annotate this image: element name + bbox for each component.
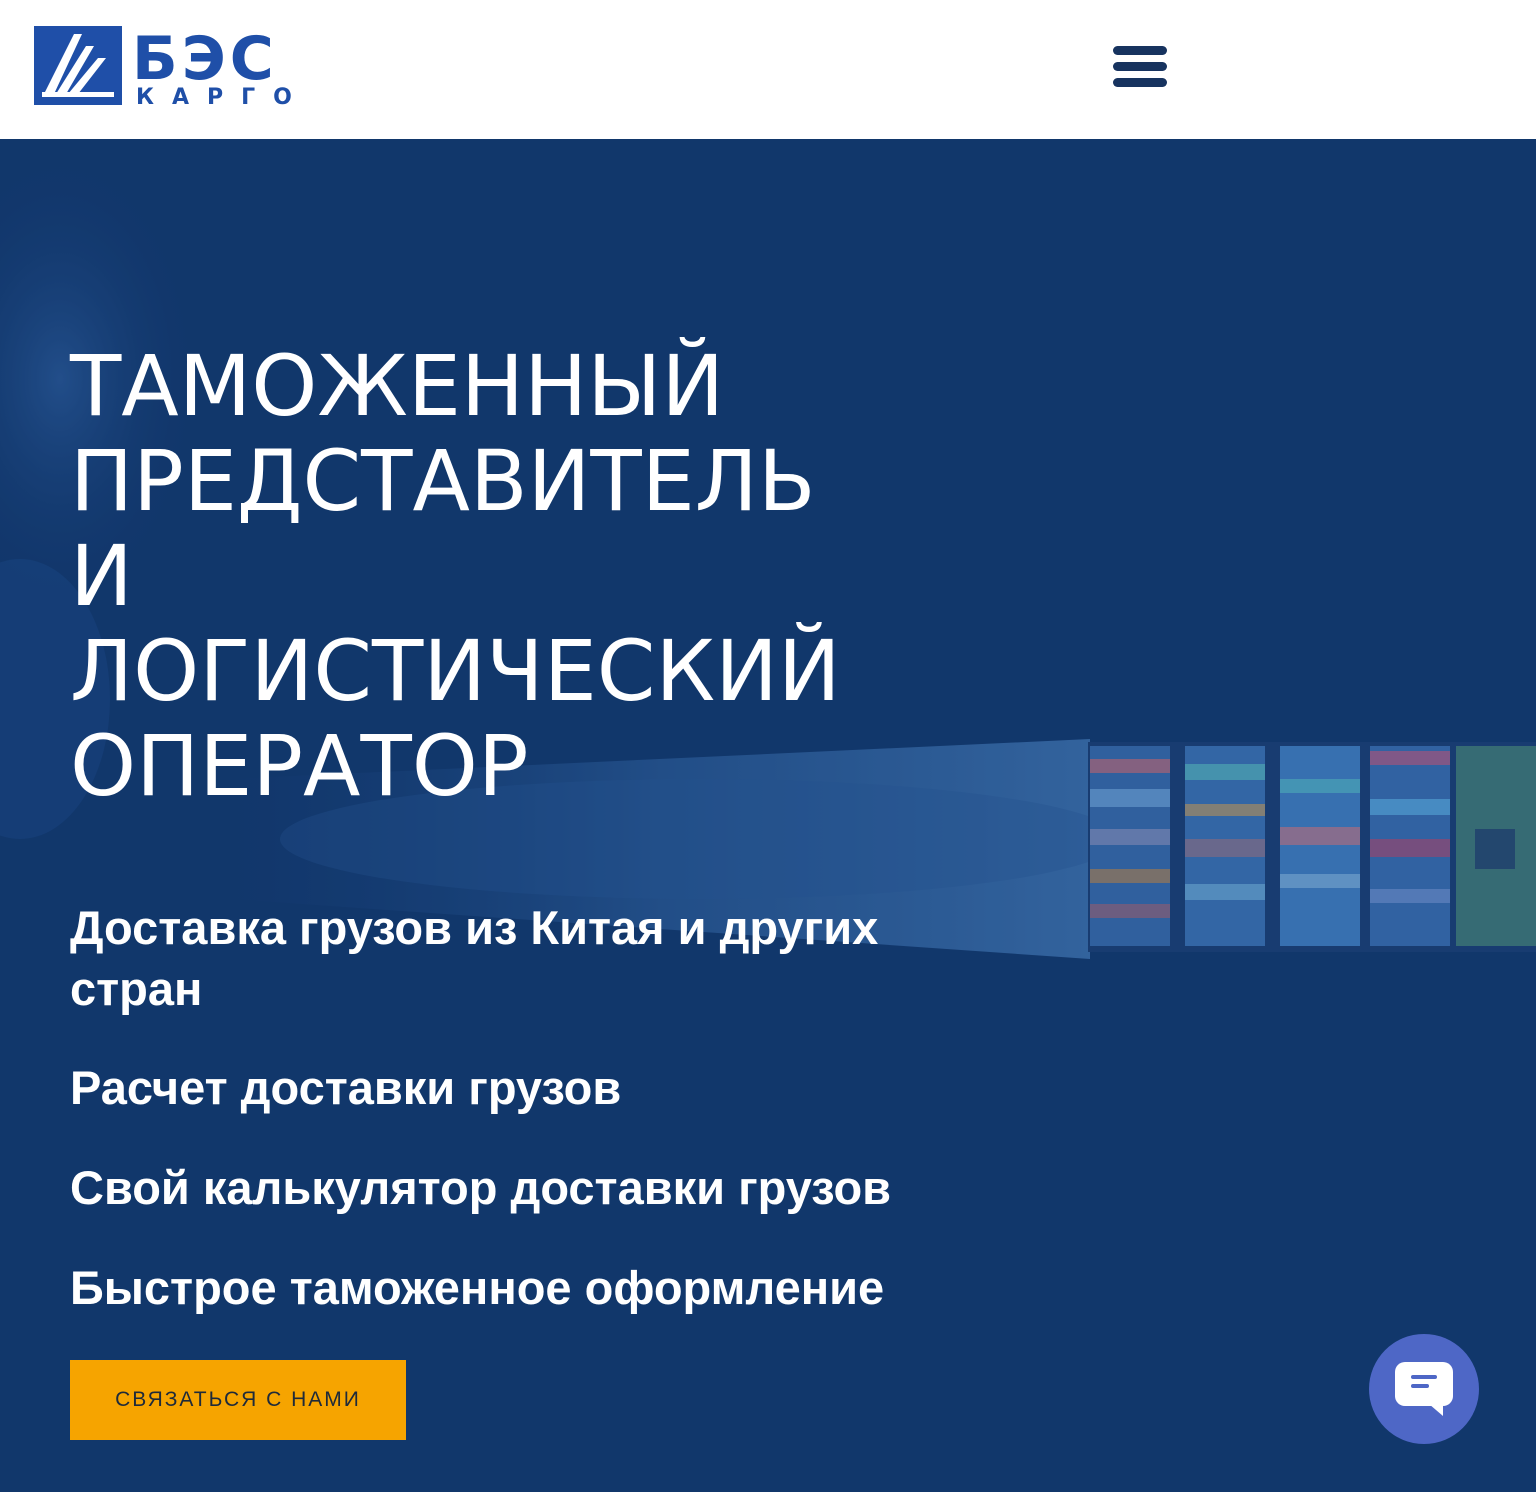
hero-title-line-3: И [70, 527, 133, 625]
menu-bar-bottom [1113, 78, 1167, 87]
hero-section: ТАМОЖЕННЫЙ ПРЕДСТАВИТЕЛЬ И ЛОГИСТИЧЕСКИЙ… [0, 139, 1536, 1492]
hero-title-line-5: ОПЕРАТОР [70, 717, 529, 815]
logo-main-text: БЭС [132, 24, 278, 94]
contact-us-button[interactable]: Связаться с нами [70, 1360, 406, 1440]
hero-title-line-2: ПРЕДСТАВИТЕЛЬ [70, 432, 816, 530]
feature-item-customs-clearance: Быстрое таможенное оформление [70, 1261, 885, 1314]
hamburger-menu-icon[interactable] [1108, 40, 1172, 92]
chat-widget-button[interactable] [1369, 1334, 1479, 1444]
feature-item-calculator: Свой калькулятор доставки грузов [70, 1161, 892, 1214]
feature-item-delivery-calculation: Расчет доставки грузов [70, 1061, 622, 1114]
hero-title-line-4: ЛОГИСТИЧЕСКИЙ [70, 622, 841, 720]
hero-title: ТАМОЖЕННЫЙ ПРЕДСТАВИТЕЛЬ И ЛОГИСТИЧЕСКИЙ… [70, 339, 1030, 814]
chat-bubble-icon [1395, 1362, 1453, 1416]
menu-bar-top [1113, 46, 1167, 55]
site-header: БЭС КАРГО [0, 0, 1536, 139]
feature-item-china-delivery: Доставка грузов из Китая и других стран [70, 901, 879, 1015]
company-logo[interactable]: БЭС КАРГО [34, 24, 334, 110]
logo-sub-text: КАРГО [136, 85, 310, 108]
hero-title-line-1: ТАМОЖЕННЫЙ [70, 337, 725, 435]
features-list: Доставка грузов из Китая и других стран … [70, 897, 970, 1358]
logo-graphic: БЭС КАРГО [34, 24, 310, 110]
menu-bar-middle [1113, 62, 1167, 71]
